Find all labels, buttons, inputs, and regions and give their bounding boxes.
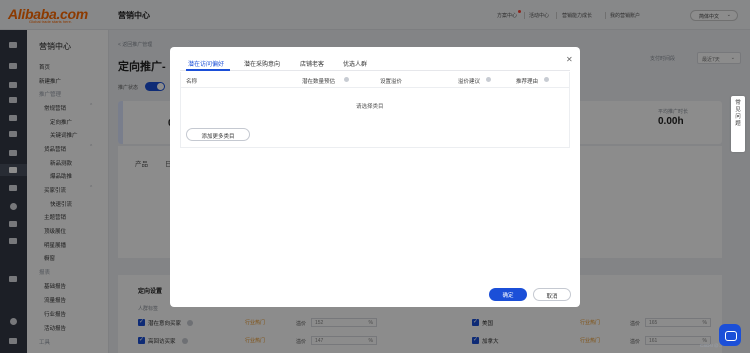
close-icon[interactable]: ✕ bbox=[566, 55, 573, 64]
tab-potential-purchase[interactable]: 潜在采购意向 bbox=[244, 59, 280, 68]
col-header-suggestion: 溢价建议 bbox=[458, 79, 481, 85]
tab-preferred-crowd[interactable]: 优选人群 bbox=[343, 59, 367, 68]
faq-label: 常见问题 bbox=[735, 100, 741, 127]
tab-potential-visit[interactable]: 潜在访问偏好 bbox=[188, 59, 224, 68]
col-header-reason: 推荐理由 bbox=[516, 79, 539, 85]
tab-divider bbox=[180, 70, 570, 71]
watermark: CSDN @... bbox=[700, 343, 723, 348]
col-header-estimate: 潜在数量预估 bbox=[302, 79, 336, 85]
col-header-name: 名称 bbox=[186, 79, 198, 85]
confirm-button[interactable]: 确定 bbox=[489, 288, 527, 301]
help-icon[interactable] bbox=[344, 77, 349, 82]
add-category-button[interactable]: 添加更多类目 bbox=[186, 128, 250, 141]
empty-state-text: 请选择类目 bbox=[356, 104, 384, 110]
faq-float-tab[interactable]: 常见问题 bbox=[731, 96, 745, 152]
active-tab-underline bbox=[186, 69, 230, 71]
header-divider bbox=[181, 87, 569, 88]
help-icon[interactable] bbox=[544, 77, 549, 82]
help-icon[interactable] bbox=[486, 77, 491, 82]
col-header-premium: 设置溢价 bbox=[380, 79, 403, 85]
tab-store-old-customers[interactable]: 店铺老客 bbox=[300, 59, 324, 68]
cancel-button[interactable]: 取消 bbox=[533, 288, 571, 301]
